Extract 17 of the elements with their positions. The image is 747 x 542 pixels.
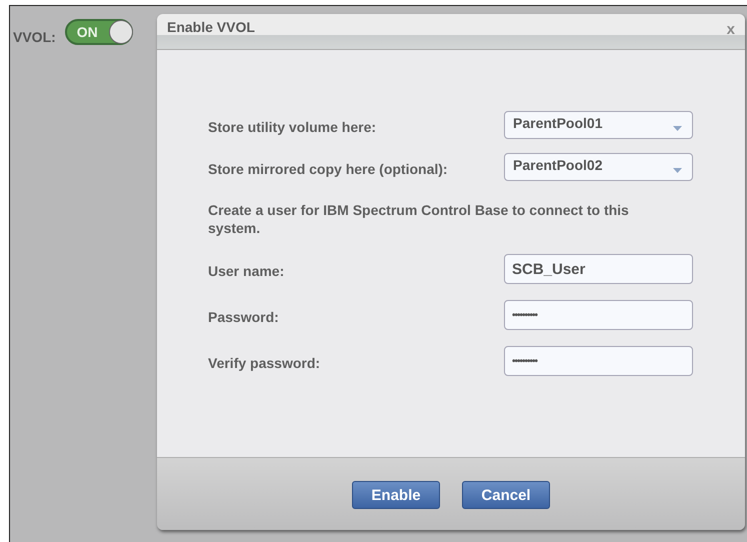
cancel-button[interactable]: Cancel	[462, 481, 550, 509]
field-label: Verify password:	[208, 354, 320, 371]
description-text: Create a user for IBM Spectrum Control Base to connect to this system.	[208, 201, 630, 237]
vvol-label: VVOL:	[13, 29, 56, 45]
password-field[interactable]: ••••••••••	[504, 346, 693, 376]
caret-icon	[673, 126, 682, 130]
pool-dropdown[interactable]: ParentPool01	[504, 111, 693, 139]
field-label: Store mirrored copy here (optional):	[208, 160, 448, 177]
pool-dropdown[interactable]: ParentPool02	[504, 153, 693, 181]
field-label: Password:	[208, 308, 279, 325]
caret-icon	[673, 168, 682, 172]
field-label: User name:	[208, 262, 284, 279]
password-field[interactable]: ••••••••••	[504, 300, 693, 330]
field-label: Store utility volume here:	[208, 118, 376, 135]
enable-button[interactable]: Enable	[352, 481, 440, 509]
dialog-title: Enable VVOL	[167, 19, 255, 35]
text-field[interactable]: SCB_User	[504, 254, 693, 284]
